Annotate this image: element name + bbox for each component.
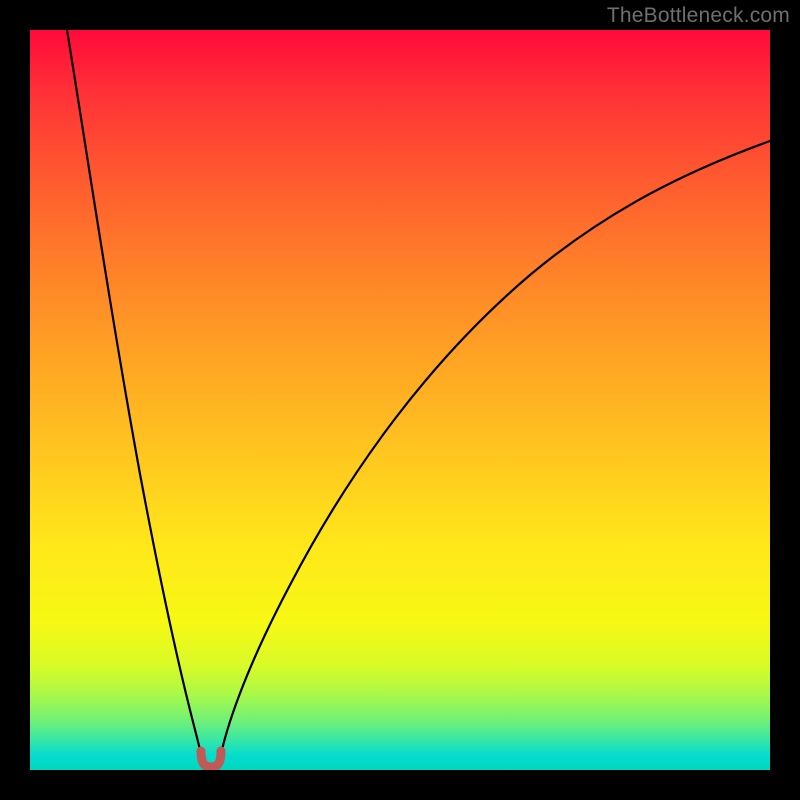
curve-layer [30,30,770,770]
curve-right-branch [219,141,770,764]
watermark-text: TheBottleneck.com [607,4,790,28]
chart-frame: TheBottleneck.com [0,0,800,800]
plot-area [30,30,770,770]
valley-marker [201,751,221,767]
curve-left-branch [67,30,203,764]
